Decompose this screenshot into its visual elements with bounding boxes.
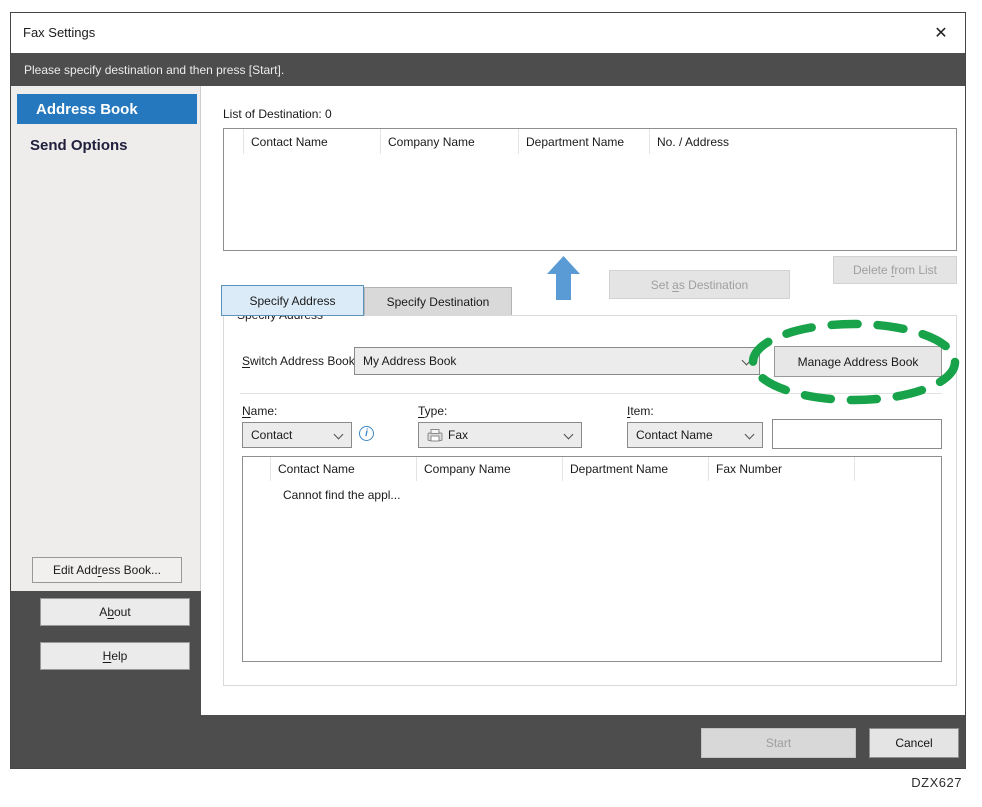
message-text: Please specify destination and then pres… (24, 63, 284, 77)
chevron-down-icon (564, 430, 574, 440)
title-bar: Fax Settings ✕ (11, 13, 965, 53)
column-header-select[interactable] (243, 457, 271, 481)
main-panel: List of Destination: 0 Contact Name Comp… (201, 86, 965, 715)
result-message: Cannot find the appl... (283, 488, 400, 502)
column-header-department-name[interactable]: Department Name (519, 129, 650, 154)
message-bar: Please specify destination and then pres… (11, 53, 965, 86)
manage-address-book-button[interactable]: Manage Address Book (774, 346, 942, 377)
destination-table-header: Contact Name Company Name Department Nam… (224, 129, 956, 154)
page-title: Fax Settings (23, 13, 95, 53)
button-label: Manage Address Book (798, 355, 919, 369)
column-header-spacer (855, 457, 941, 481)
sidebar-item-address-book[interactable]: Address Book (17, 94, 197, 124)
button-label: Start (766, 736, 791, 750)
name-label: Name: (242, 404, 277, 418)
button-label: Cancel (895, 736, 932, 750)
edit-address-book-button[interactable]: Edit Address Book... (32, 557, 182, 583)
address-book-select[interactable]: My Address Book (354, 347, 760, 375)
cancel-button[interactable]: Cancel (869, 728, 959, 758)
sidebar-item-send-options[interactable]: Send Options (17, 130, 197, 160)
up-arrow-icon (547, 256, 580, 300)
results-table[interactable]: Contact Name Company Name Department Nam… (242, 456, 942, 662)
info-icon[interactable]: i (359, 426, 374, 441)
close-icon: ✕ (934, 23, 947, 43)
column-header-contact-name[interactable]: Contact Name (244, 129, 381, 154)
help-button[interactable]: Help (40, 642, 190, 670)
fax-icon (427, 429, 443, 442)
button-label: About (99, 605, 130, 619)
item-label: Item: (627, 404, 654, 418)
button-label: Help (103, 649, 128, 663)
sidebar-item-label: Address Book (36, 101, 138, 118)
sidebar: Address Book Send Options Edit Address B… (11, 86, 201, 591)
select-value: Contact Name (636, 428, 713, 442)
chevron-down-icon (742, 356, 752, 366)
sidebar-item-label: Send Options (30, 137, 128, 154)
chevron-down-icon (745, 430, 755, 440)
specify-address-group: Specify Address Switch Address Book: My … (223, 315, 957, 686)
select-value: Fax (448, 428, 468, 442)
figure-label: DZX627 (911, 775, 962, 790)
set-as-destination-button[interactable]: Set as Destination (609, 270, 790, 299)
divider (240, 393, 942, 394)
column-header-company-name[interactable]: Company Name (417, 457, 563, 481)
tab-specify-destination[interactable]: Specify Destination (364, 287, 512, 316)
tab-label: Specify Destination (387, 295, 490, 309)
column-header-department-name[interactable]: Department Name (563, 457, 709, 481)
tab-specify-address[interactable]: Specify Address (221, 285, 364, 316)
tab-label: Specify Address (249, 294, 335, 308)
list-of-destination-label: List of Destination: 0 (223, 107, 332, 121)
name-select[interactable]: Contact (242, 422, 352, 448)
button-label: Delete from List (853, 263, 937, 277)
search-input[interactable] (772, 419, 942, 449)
switch-address-book-label: Switch Address Book: (242, 354, 358, 368)
type-select[interactable]: Fax (418, 422, 582, 448)
destination-list-table[interactable]: Contact Name Company Name Department Nam… (223, 128, 957, 251)
type-label: Type: (418, 404, 447, 418)
delete-from-list-button[interactable]: Delete from List (833, 256, 957, 284)
column-header-fax-number[interactable]: Fax Number (709, 457, 855, 481)
column-header-contact-name[interactable]: Contact Name (271, 457, 417, 481)
button-label: Edit Address Book... (53, 563, 161, 577)
table-row: Cannot find the appl... (243, 481, 941, 502)
results-table-header: Contact Name Company Name Department Nam… (243, 457, 941, 481)
button-label: Set as Destination (651, 278, 748, 292)
about-button[interactable]: About (40, 598, 190, 626)
close-button[interactable]: ✕ (923, 17, 959, 49)
column-header-company-name[interactable]: Company Name (381, 129, 519, 154)
column-header-no-address[interactable]: No. / Address (650, 129, 956, 154)
chevron-down-icon (334, 430, 344, 440)
select-value: My Address Book (363, 354, 456, 368)
start-button[interactable]: Start (701, 728, 856, 758)
fax-settings-dialog: Fax Settings ✕ Please specify destinatio… (10, 12, 966, 769)
column-header-select[interactable] (224, 129, 244, 154)
select-value: Contact (251, 428, 292, 442)
info-glyph: i (365, 428, 368, 439)
item-select[interactable]: Contact Name (627, 422, 763, 448)
